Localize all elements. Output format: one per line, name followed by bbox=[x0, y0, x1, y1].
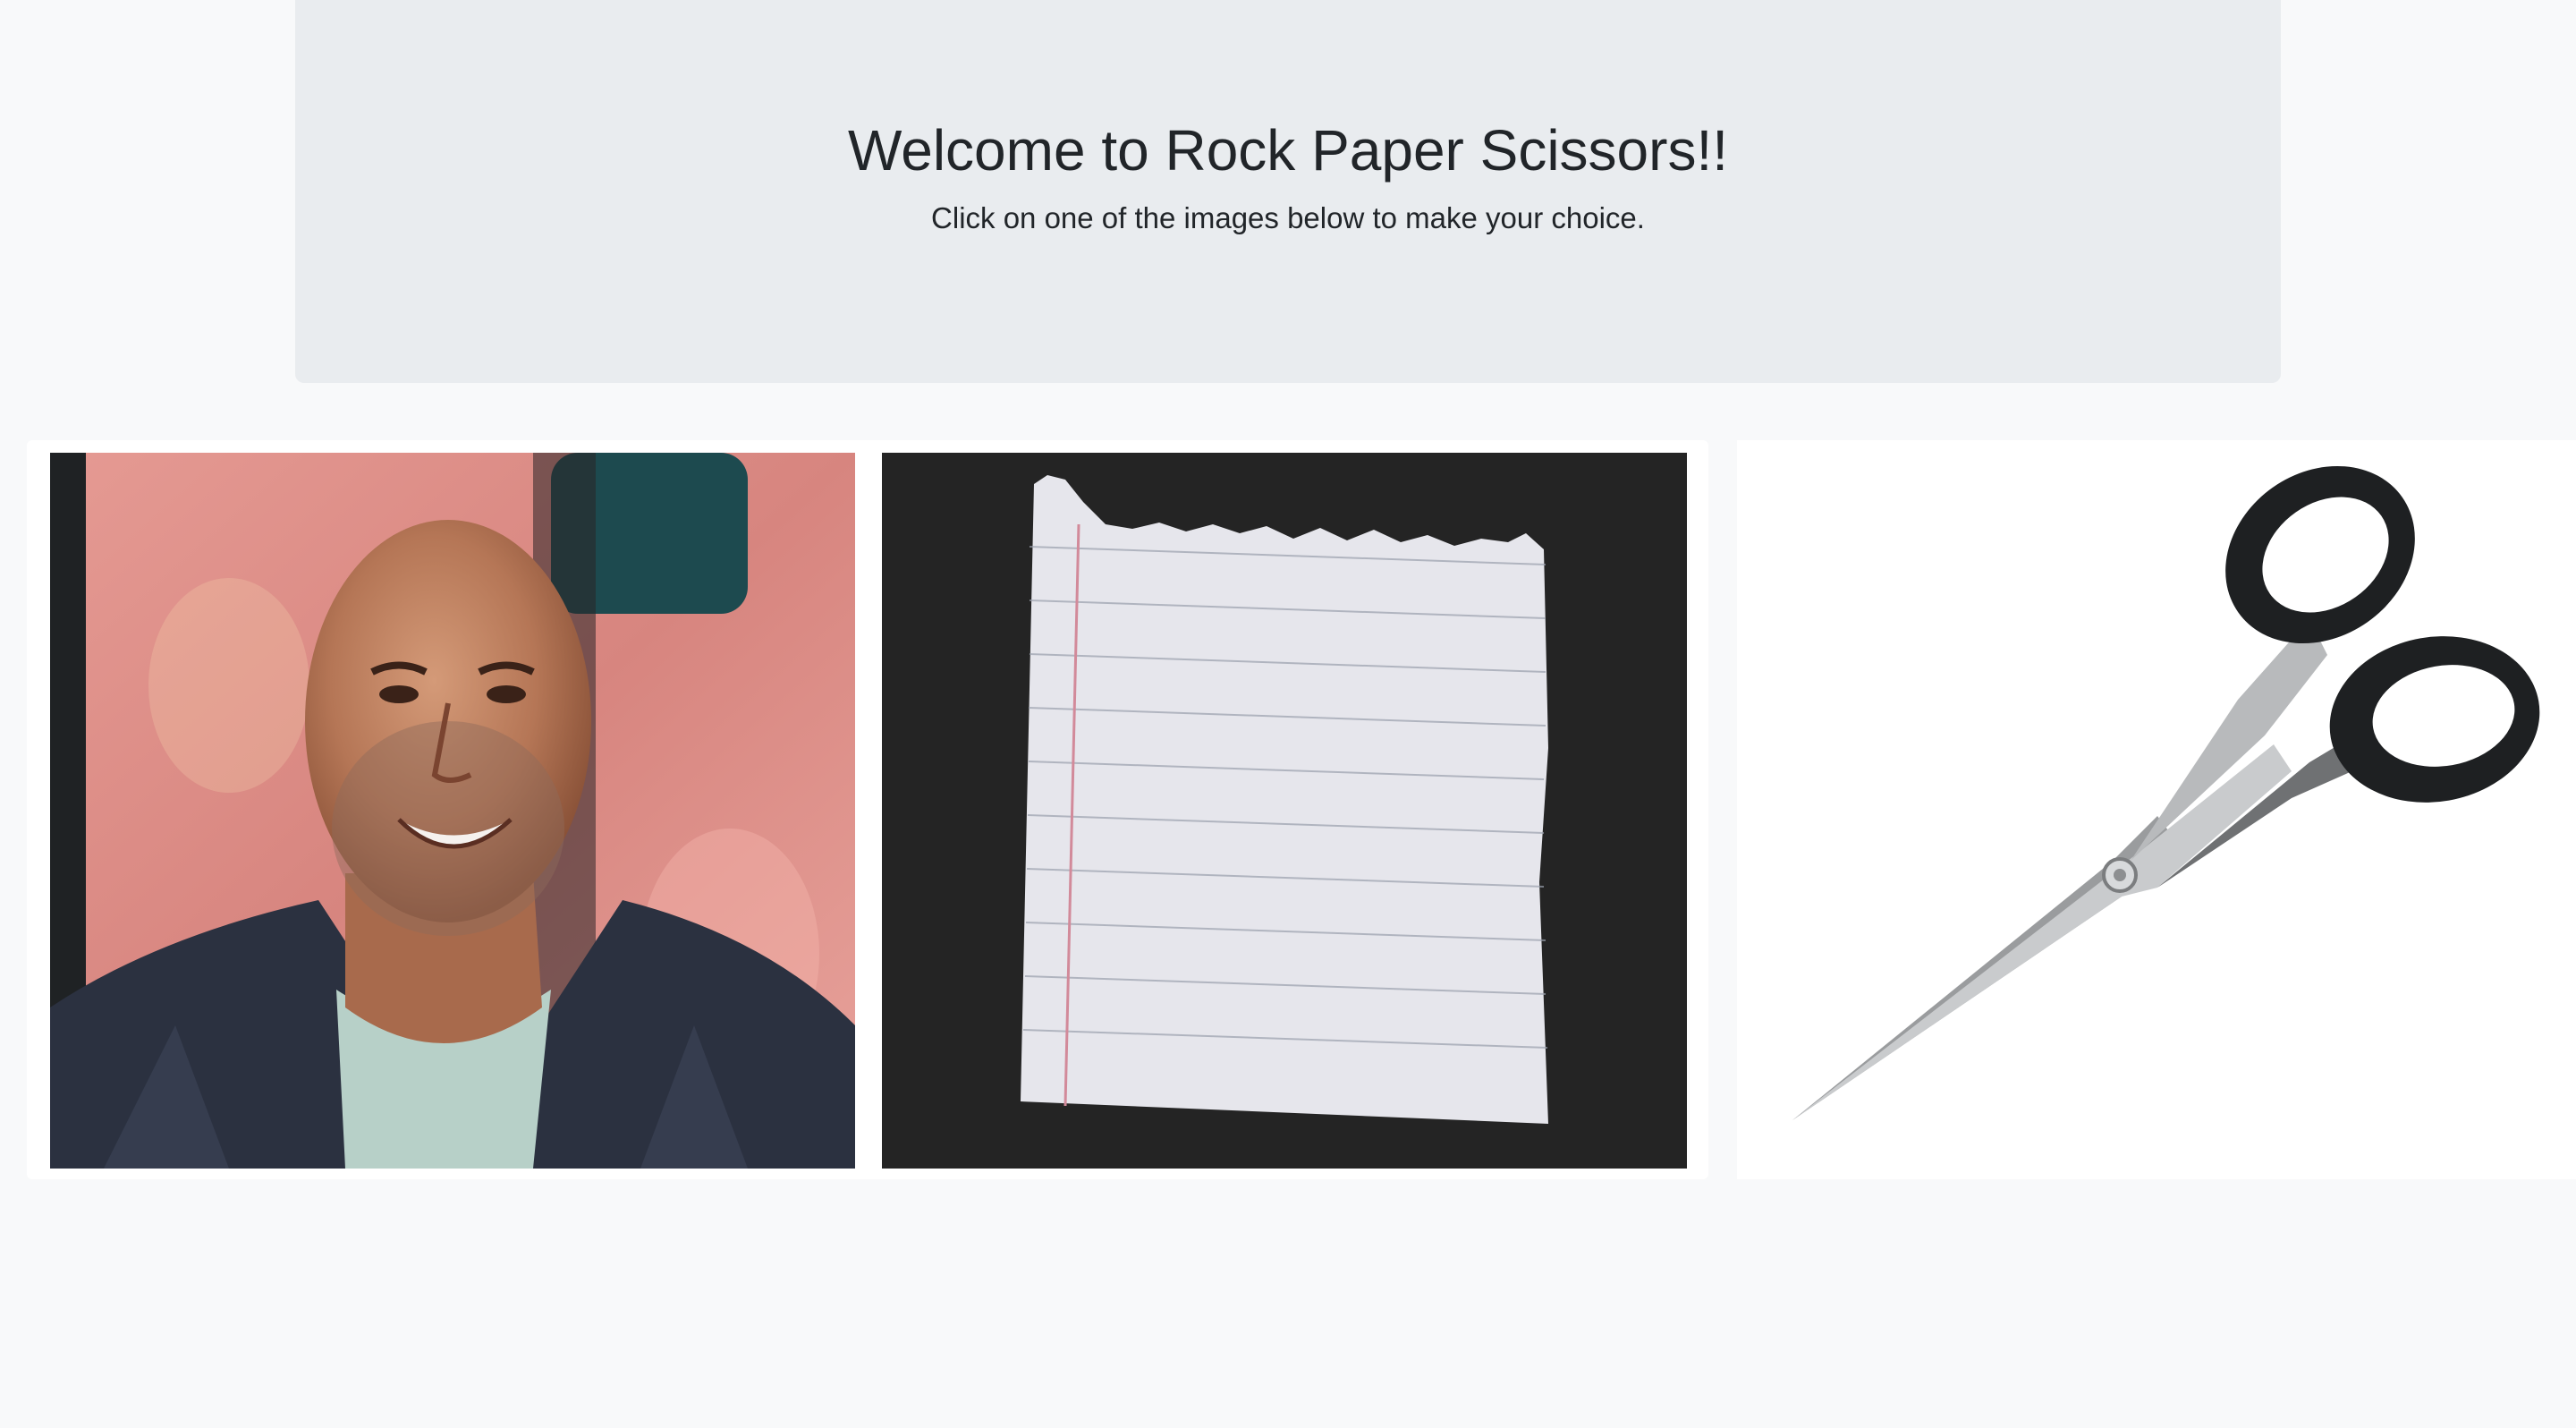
scissors-illustration bbox=[1737, 440, 2576, 1179]
rock-choice-image[interactable] bbox=[50, 453, 855, 1169]
page-subtitle: Click on one of the images below to make… bbox=[931, 201, 1645, 234]
scissors-choice-image[interactable] bbox=[1737, 440, 2576, 1179]
page-title: Welcome to Rock Paper Scissors!! bbox=[847, 118, 1729, 183]
paper-choice-image[interactable] bbox=[882, 453, 1687, 1169]
jumbotron-header: Welcome to Rock Paper Scissors!! Click o… bbox=[295, 0, 2281, 383]
rock-person-illustration bbox=[50, 453, 855, 1169]
paper-sheet-illustration bbox=[882, 453, 1687, 1169]
